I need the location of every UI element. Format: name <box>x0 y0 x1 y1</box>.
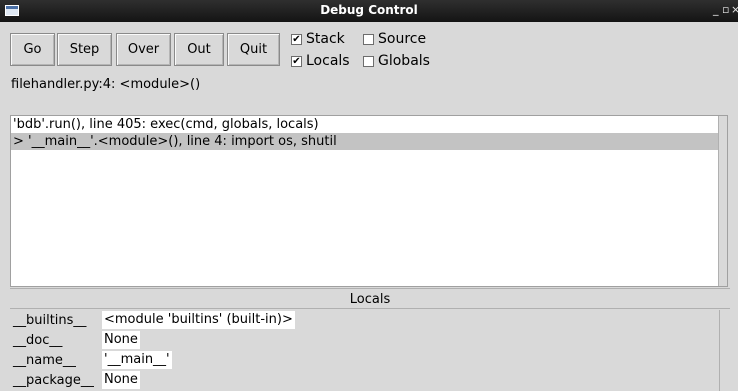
checkbox-box[interactable]: ✔ <box>291 33 302 45</box>
locals-scrollbar[interactable] <box>719 310 728 391</box>
locals-label: Locals <box>306 53 350 69</box>
local-value: <module 'builtins' (built-in)> <box>102 311 295 329</box>
locals-table: __builtins__ <module 'builtins' (built-i… <box>10 310 728 391</box>
stack-checkbox[interactable]: ✔ Stack <box>291 30 345 48</box>
source-checkbox[interactable]: Source <box>363 30 426 48</box>
local-value: None <box>102 331 140 349</box>
local-name: __builtins__ <box>13 313 87 328</box>
stack-frame-selected[interactable]: > '__main__'.<module>(), line 4: import … <box>11 133 727 150</box>
status-line: filehandler.py:4: <module>() <box>11 77 201 92</box>
title-bar: Debug Control _ ▫ × <box>0 0 738 22</box>
stack-frame[interactable]: 'bdb'.run(), line 405: exec(cmd, globals… <box>11 116 727 133</box>
stack-list[interactable]: 'bdb'.run(), line 405: exec(cmd, globals… <box>10 115 728 287</box>
local-value: '__main__' <box>102 351 172 369</box>
checkbox-box[interactable] <box>363 33 374 45</box>
out-button[interactable]: Out <box>174 33 224 66</box>
globals-label: Globals <box>378 53 430 69</box>
go-button[interactable]: Go <box>10 33 55 66</box>
local-name: __package__ <box>13 373 94 388</box>
over-button[interactable]: Over <box>116 33 171 66</box>
local-name: __name__ <box>13 353 76 368</box>
maximize-icon[interactable]: ▫ <box>722 3 729 16</box>
globals-checkbox[interactable]: Globals <box>363 52 430 70</box>
stack-scrollbar[interactable] <box>718 116 727 286</box>
stack-label: Stack <box>306 31 345 47</box>
window-title: Debug Control <box>320 3 418 17</box>
close-icon[interactable]: × <box>731 3 738 16</box>
checkbox-box[interactable] <box>363 55 374 67</box>
quit-button[interactable]: Quit <box>227 33 280 66</box>
locals-checkbox[interactable]: ✔ Locals <box>291 52 350 70</box>
checkbox-box[interactable]: ✔ <box>291 55 302 67</box>
locals-header: Locals <box>10 288 730 309</box>
source-label: Source <box>378 31 427 47</box>
local-value: None <box>102 371 140 389</box>
step-button[interactable]: Step <box>57 33 112 66</box>
minimize-icon[interactable]: _ <box>713 3 719 16</box>
local-name: __doc__ <box>13 333 63 348</box>
